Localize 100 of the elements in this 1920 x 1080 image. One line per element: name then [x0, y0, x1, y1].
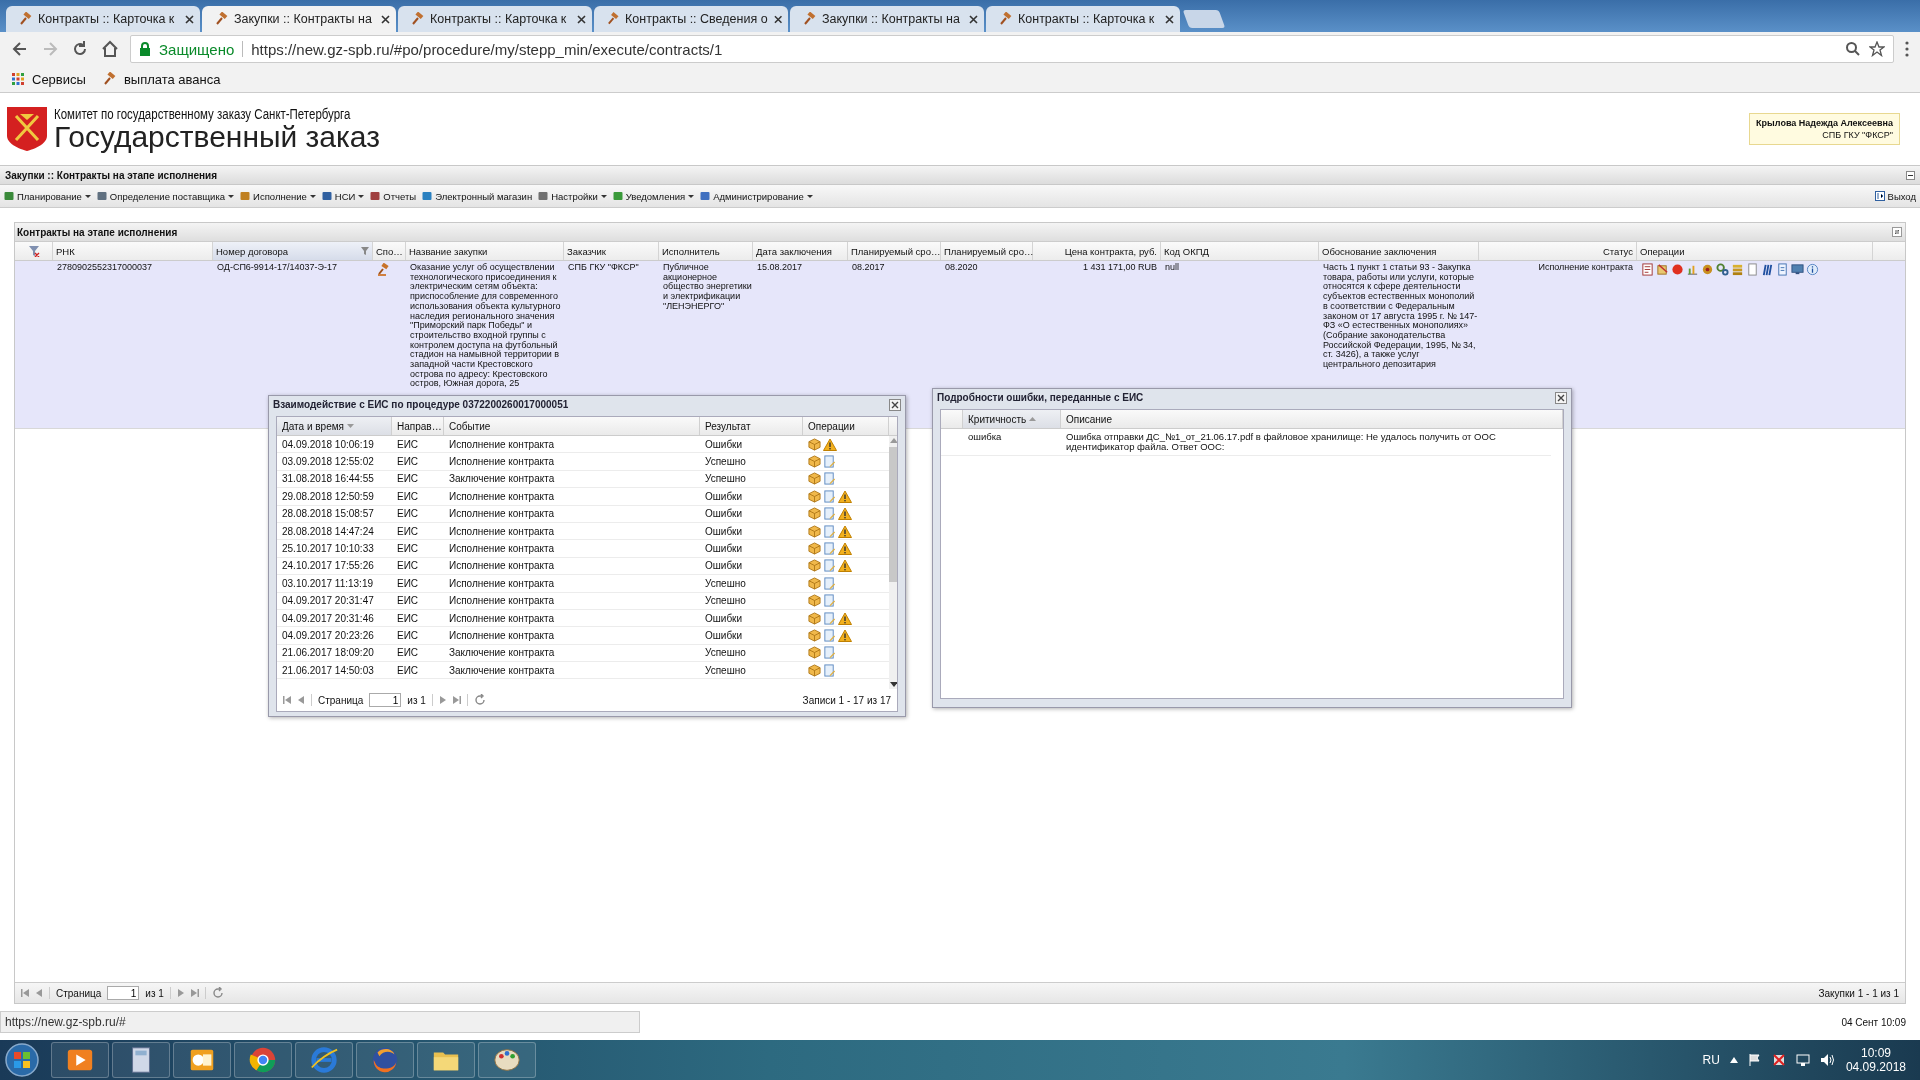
package-icon[interactable] [808, 437, 821, 451]
gavel-icon[interactable] [377, 263, 391, 277]
network-icon[interactable] [1795, 1053, 1810, 1067]
warning-icon[interactable] [823, 437, 837, 451]
column-header[interactable]: Направ… [392, 417, 444, 435]
collapse-icon[interactable] [1906, 170, 1915, 180]
stack-icon[interactable] [1731, 263, 1744, 276]
logout-button[interactable]: Выход [1874, 190, 1916, 202]
package-icon[interactable] [808, 646, 821, 660]
warning-icon[interactable] [838, 542, 852, 556]
menu-item[interactable]: Исполнение [240, 190, 316, 202]
package-icon[interactable] [808, 455, 821, 469]
new-tab-button[interactable] [1182, 10, 1226, 28]
close-icon[interactable] [1555, 391, 1567, 404]
column-header[interactable]: Спо… [373, 242, 406, 260]
package-icon[interactable] [808, 542, 821, 556]
search-icon[interactable] [1845, 41, 1861, 57]
power-warning-icon[interactable] [1771, 1053, 1786, 1067]
menu-item[interactable]: НСИ [321, 190, 365, 202]
column-header[interactable]: Статус [1479, 242, 1637, 260]
column-header[interactable]: Операции [1637, 242, 1873, 260]
taskbar-button[interactable] [234, 1042, 292, 1078]
package-icon[interactable] [808, 594, 821, 608]
package-icon[interactable] [808, 507, 821, 521]
column-header[interactable]: Результат [700, 417, 803, 435]
column-header[interactable]: Название закупки [406, 242, 564, 260]
menu-item[interactable]: Электронный магазин [422, 190, 533, 202]
menu-item[interactable]: Определение поставщика [96, 190, 235, 202]
scroll-up-icon[interactable] [890, 438, 897, 443]
browser-tab[interactable]: Контракты :: Карточка к [986, 6, 1180, 32]
scroll-icon[interactable] [1656, 263, 1669, 276]
document-icon[interactable] [1641, 263, 1654, 276]
package-icon[interactable] [808, 629, 821, 642]
warning-icon[interactable] [838, 489, 852, 503]
browser-tab[interactable]: Закупки :: Контракты на [790, 6, 984, 32]
column-header[interactable]: Операции [803, 417, 889, 435]
warning-icon[interactable] [838, 611, 852, 625]
column-header[interactable]: Планируемый сро… [941, 242, 1033, 260]
column-header[interactable]: Событие [444, 417, 700, 435]
menu-item[interactable]: Уведомления [612, 190, 695, 202]
page-field[interactable]: 1 [369, 693, 402, 707]
close-tab-icon[interactable] [577, 14, 586, 24]
column-header[interactable]: Дата заключения [753, 242, 848, 260]
first-page-icon[interactable] [21, 989, 29, 997]
package-icon[interactable] [808, 576, 821, 590]
menu-item[interactable]: Планирование [4, 190, 91, 202]
star-icon[interactable] [1869, 41, 1885, 57]
filter-icon[interactable] [361, 247, 369, 255]
scrollbar[interactable] [889, 436, 897, 689]
package-icon[interactable] [808, 489, 821, 503]
menu-item[interactable]: Настройки [538, 190, 607, 202]
taskbar-button[interactable] [295, 1042, 353, 1078]
first-page-icon[interactable] [283, 696, 291, 704]
home-icon[interactable] [100, 39, 120, 59]
filter-icon[interactable] [27, 245, 40, 257]
warning-icon[interactable] [838, 559, 852, 573]
taskbar-button[interactable] [173, 1042, 231, 1078]
refresh-icon[interactable] [211, 987, 224, 999]
stop-icon[interactable] [1671, 263, 1684, 276]
close-tab-icon[interactable] [185, 14, 194, 24]
column-header[interactable]: Исполнитель [659, 242, 753, 260]
clock-date[interactable]: 04.09.2018 [1845, 1060, 1906, 1074]
column-header[interactable]: Планируемый сро… [848, 242, 941, 260]
info-icon[interactable] [1806, 263, 1819, 276]
close-tab-icon[interactable] [1165, 14, 1174, 24]
volume-icon[interactable] [1819, 1053, 1836, 1067]
scroll-down-icon[interactable] [890, 682, 897, 687]
column-header[interactable]: Описание [1061, 410, 1563, 428]
menu-item[interactable]: Отчеты [370, 190, 417, 202]
column-header[interactable]: Обоснование заключения [1319, 242, 1479, 260]
address-field[interactable]: Защищено https://new.gz-spb.ru/#po/procedure/my/stepp_min/execute/contracts/1 [130, 35, 1894, 63]
package-icon[interactable] [808, 559, 821, 573]
column-header[interactable]: Критичность [963, 410, 1061, 428]
chart-icon[interactable] [1686, 263, 1699, 276]
warning-icon[interactable] [838, 507, 852, 521]
close-tab-icon[interactable] [773, 14, 782, 24]
warning-icon[interactable] [838, 629, 852, 642]
taskbar-button[interactable] [51, 1042, 109, 1078]
language-indicator[interactable]: RU [1702, 1053, 1720, 1067]
package-icon[interactable] [808, 611, 821, 625]
page-field[interactable]: 1 [107, 986, 140, 1000]
last-page-icon[interactable] [452, 696, 461, 704]
browser-tab[interactable]: Контракты :: Карточка к [398, 6, 592, 32]
start-button[interactable] [4, 1042, 40, 1078]
next-page-icon[interactable] [438, 696, 447, 704]
package-icon[interactable] [808, 472, 821, 486]
menu-icon[interactable] [1904, 40, 1910, 58]
close-tab-icon[interactable] [381, 14, 390, 24]
bookmark[interactable]: выплата аванса [101, 71, 221, 87]
last-page-icon[interactable] [190, 989, 199, 997]
warning-icon[interactable] [838, 524, 852, 538]
package-icon[interactable] [808, 524, 821, 538]
close-icon[interactable] [889, 398, 901, 411]
column-header[interactable]: Дата и время [277, 417, 392, 435]
clock-time[interactable]: 10:09 [1860, 1046, 1891, 1060]
menu-item[interactable]: Администрирование [700, 190, 813, 202]
browser-tab[interactable]: Закупки :: Контракты на [202, 6, 396, 32]
column-header[interactable]: Код ОКПД [1161, 242, 1319, 260]
taskbar-button[interactable] [478, 1042, 536, 1078]
page-icon[interactable] [1776, 263, 1789, 276]
